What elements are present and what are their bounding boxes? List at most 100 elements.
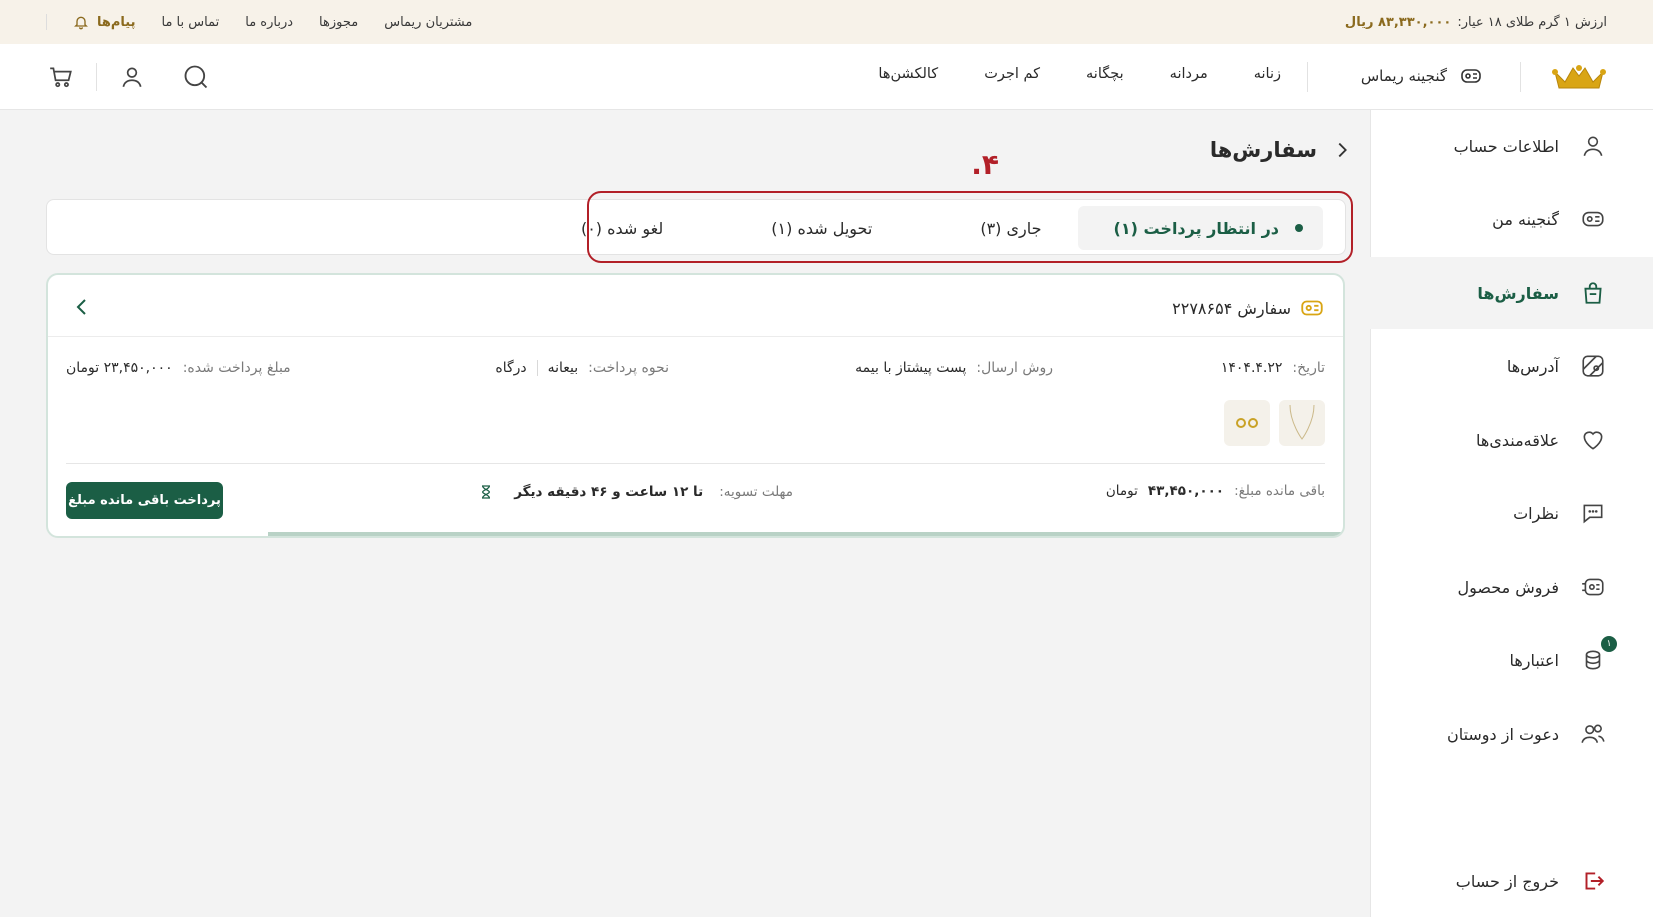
card-divider [66, 463, 1325, 464]
payment-method-1: بیعانه [547, 360, 579, 376]
my-treasure-label: گنجینه ریماس [1360, 67, 1447, 85]
order-date: تاریخ: ۱۴۰۴.۴.۲۲ [1221, 360, 1325, 376]
main-header: گنجینه ریماس زنانه مردانه بچگانه کم اجرت… [0, 44, 1653, 110]
date-label: تاریخ: [1292, 360, 1325, 376]
sidebar-item-invite[interactable]: دعوت از دوستان [1370, 698, 1653, 770]
sidebar-item-logout[interactable]: خروج از حساب [1370, 845, 1653, 917]
separator [536, 360, 538, 376]
nav-low-wage[interactable]: کم اجرت [984, 66, 1040, 82]
order-title: سفارش ۲۲۷۸۶۵۴ [1172, 298, 1291, 318]
remaining-label: باقی مانده مبلغ: [1234, 483, 1325, 499]
active-dot [1295, 224, 1303, 232]
nav-women[interactable]: زنانه [1254, 66, 1281, 82]
link-contact[interactable]: تماس با ما [162, 15, 220, 30]
sidebar-item-treasure[interactable]: گنجینه من [1370, 183, 1653, 255]
sidebar-item-orders[interactable]: سفارش‌ها [1370, 257, 1653, 329]
order-id: سفارش ۲۲۷۸۶۵۴ [1172, 295, 1325, 321]
sidebar-item-label: نظرات [1513, 503, 1559, 523]
my-treasure-link[interactable]: گنجینه ریماس [1361, 64, 1483, 88]
icon-divider [96, 63, 97, 91]
page-title: سفارش‌ها [1209, 138, 1317, 162]
messages-label: پیام‌ها [97, 14, 136, 30]
necklace-image [1289, 404, 1315, 440]
header-divider [1307, 62, 1308, 92]
hourglass-icon [482, 485, 491, 499]
settlement-deadline: مهلت تسویه: تا ۱۲ ساعت و ۴۶ دقیقه دیگر [478, 483, 793, 501]
paid-label: مبلغ پرداخت شده: [182, 360, 291, 376]
date-value: ۱۴۰۴.۴.۲۲ [1220, 360, 1283, 376]
sidebar-item-account[interactable]: اطلاعات حساب [1370, 110, 1653, 182]
payment-label: نحوه پرداخت: [588, 360, 669, 376]
sidebar-item-label: سفارش‌ها [1477, 283, 1559, 303]
logout-label: خروج از حساب [1455, 871, 1559, 891]
bell-icon [74, 16, 88, 30]
search-button[interactable] [181, 62, 211, 92]
order-tabs: در انتظار پرداخت (۱) جاری (۳) تحویل شده … [545, 206, 1323, 250]
profile-button[interactable] [117, 62, 147, 92]
remaining-value: ۴۳,۴۵۰,۰۰۰ [1147, 483, 1225, 499]
treasure-icon [1301, 300, 1323, 316]
sidebar-item-label: علاقه‌مندی‌ها [1476, 430, 1559, 450]
tab-delivered[interactable]: تحویل شده (۱) [699, 206, 944, 250]
nav-men[interactable]: مردانه [1170, 66, 1208, 82]
deadline-value: تا ۱۲ ساعت و ۴۶ دقیقه دیگر [514, 484, 704, 500]
page-header: سفارش‌ها [1210, 138, 1353, 162]
payment-progress-bar [268, 532, 1343, 536]
sidebar-item-label: دعوت از دوستان [1446, 724, 1559, 744]
logout-icon [1579, 867, 1607, 895]
tab-label: در انتظار پرداخت (۱) [1113, 218, 1279, 238]
sell-icon [1579, 573, 1607, 601]
pay-remaining-button[interactable]: پرداخت باقی مانده مبلغ [66, 482, 223, 519]
coins-icon: ۱ [1579, 636, 1617, 674]
sidebar-item-label: اعتبارها [1509, 650, 1559, 670]
treasure-icon [1461, 69, 1481, 83]
sidebar-item-favorites[interactable]: علاقه‌مندی‌ها [1370, 404, 1653, 476]
tab-label: جاری (۳) [980, 218, 1042, 238]
header-actions [46, 62, 211, 92]
order-card: سفارش ۲۲۷۸۶۵۴ تاریخ: ۱۴۰۴.۴.۲۲ روش ارسال… [46, 273, 1345, 538]
product-thumbnail[interactable] [1224, 400, 1270, 446]
comment-icon [1579, 499, 1607, 527]
payment-method-2: درگاه [495, 360, 527, 376]
sidebar-item-label: فروش محصول [1457, 577, 1559, 597]
crown-logo-icon[interactable] [1551, 62, 1607, 92]
nav-collections[interactable]: کالکشن‌ها [878, 66, 938, 82]
sidebar-item-label: آدرس‌ها [1506, 356, 1559, 376]
header-divider [1520, 62, 1521, 92]
chevron-right-icon[interactable] [1331, 139, 1353, 161]
remaining-amount: باقی مانده مبلغ: ۴۳,۴۵۰,۰۰۰ تومان [1106, 483, 1325, 499]
link-customers[interactable]: مشتریان ریماس [384, 15, 472, 30]
treasure-icon [1579, 205, 1607, 233]
messages-button[interactable]: پیام‌ها [46, 14, 136, 30]
order-paid: مبلغ پرداخت شده: ۲۳,۴۵۰,۰۰۰ تومان [66, 360, 291, 376]
credits-badge: ۱ [1601, 636, 1617, 652]
sidebar-item-addresses[interactable]: آدرس‌ها [1370, 330, 1653, 402]
cart-icon [50, 67, 72, 88]
earrings-image [1236, 418, 1258, 428]
cart-button[interactable] [46, 62, 76, 92]
nav-kids[interactable]: بچگانه [1086, 66, 1124, 82]
account-sidebar: اطلاعات حساب گنجینه من سفارش‌ها آدرس‌ها … [1370, 110, 1653, 917]
map-icon [1579, 352, 1607, 380]
tab-pending-payment[interactable]: در انتظار پرداخت (۱) [1077, 206, 1323, 250]
deadline-label: مهلت تسویه: [719, 484, 793, 500]
tab-current[interactable]: جاری (۳) [944, 206, 1077, 250]
sidebar-item-credits[interactable]: ۱ اعتبارها [1370, 624, 1653, 696]
sidebar-item-reviews[interactable]: نظرات [1370, 477, 1653, 549]
gold-price-label: ارزش ۱ گرم طلای ۱۸ عیار: [1457, 14, 1607, 30]
bag-icon [1579, 279, 1607, 307]
order-tabs-panel: در انتظار پرداخت (۱) جاری (۳) تحویل شده … [46, 199, 1346, 255]
chevron-left-icon[interactable] [70, 295, 94, 319]
gold-price: ارزش ۱ گرم طلای ۱۸ عیار: ۸۳,۳۳۰,۰۰۰ ریال [1345, 15, 1607, 30]
tab-label: تحویل شده (۱) [771, 218, 873, 238]
link-about[interactable]: درباره ما [245, 15, 293, 30]
users-icon [1579, 720, 1607, 748]
order-card-header: سفارش ۲۲۷۸۶۵۴ [48, 275, 1343, 337]
product-thumbnail[interactable] [1279, 400, 1325, 446]
tab-canceled[interactable]: لغو شده (۰) [545, 206, 699, 250]
sidebar-item-sell[interactable]: فروش محصول [1370, 551, 1653, 623]
link-licenses[interactable]: مجوزها [319, 15, 358, 30]
main-nav: زنانه مردانه بچگانه کم اجرت کالکشن‌ها [878, 66, 1281, 82]
sidebar-item-label: گنجینه من [1492, 209, 1559, 229]
remaining-unit: تومان [1105, 483, 1138, 499]
